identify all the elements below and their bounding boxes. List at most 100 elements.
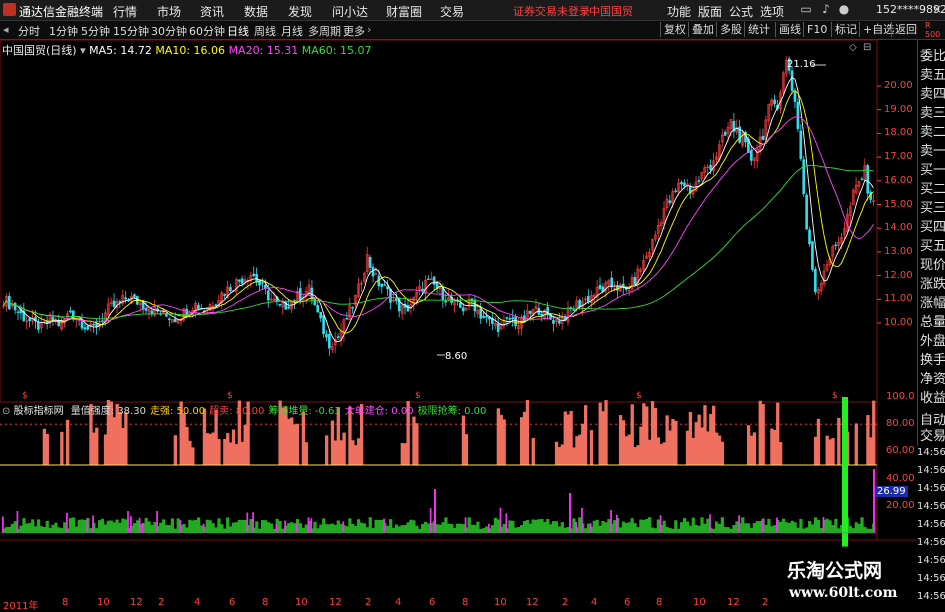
sidebar-item[interactable]: 卖三 (920, 102, 945, 121)
strength-bar (825, 435, 829, 465)
menu-discover[interactable]: 发现 (288, 3, 312, 20)
user-icon[interactable]: ● (836, 2, 852, 17)
volume-bar (668, 527, 672, 533)
auto-trade-label[interactable]: 自动交易 (920, 413, 945, 445)
menu-function[interactable]: 功能 (667, 3, 691, 20)
sidebar-item[interactable]: 涨跌 (920, 273, 945, 292)
candle-body (118, 301, 122, 303)
adjust-button[interactable]: 复权 (660, 22, 689, 37)
volume-bar (34, 526, 38, 533)
sidebar-item[interactable]: 涨幅 (920, 292, 945, 311)
period-30min[interactable]: 30分钟 (151, 23, 187, 39)
menu-news[interactable]: 资讯 (200, 3, 224, 20)
volume-bar (551, 521, 556, 533)
period-1min[interactable]: 1分钟 (49, 23, 78, 39)
volume-bar (336, 520, 340, 533)
chevron-right-icon[interactable]: › (367, 23, 371, 36)
sidebar-item[interactable]: 买三 (920, 197, 945, 216)
strength-bar (357, 438, 361, 465)
menu-data[interactable]: 数据 (244, 3, 268, 20)
sidebar-item[interactable]: 买一 (920, 159, 945, 178)
sidebar-item[interactable]: 外盘 (920, 330, 945, 349)
sidebar-item[interactable]: 现价 (920, 254, 945, 273)
sidebar-item[interactable]: 买四 (920, 216, 945, 235)
draw-button[interactable]: 画线 (775, 22, 804, 37)
menu-quotes[interactable]: 行情 (113, 3, 137, 20)
period-daily[interactable]: 日线 (227, 23, 249, 39)
close-icon[interactable]: × (929, 2, 945, 17)
period-5min[interactable]: 5分钟 (81, 23, 110, 39)
menu-wealth[interactable]: 财富圈 (386, 3, 422, 20)
restore-icon[interactable]: ▭ (798, 2, 814, 17)
volume-bar (682, 518, 687, 533)
sidebar-item[interactable]: 卖二 (920, 121, 945, 140)
menu-trade[interactable]: 交易 (440, 3, 464, 20)
volume-bar (42, 526, 46, 533)
overlay-button[interactable]: 叠加 (688, 22, 717, 37)
volume-bar (196, 517, 201, 533)
back-button[interactable]: 返回 (891, 22, 920, 37)
period-monthly[interactable]: 月线 (281, 23, 303, 39)
bell-icon[interactable]: ♪ (818, 2, 834, 17)
volume-bar (732, 525, 736, 533)
low-price-label: 8.60 (445, 351, 468, 362)
login-warning[interactable]: 证券交易未登录 (513, 3, 590, 19)
mark-button[interactable]: 标记 (831, 22, 860, 37)
candle-body (793, 91, 797, 102)
strength-bar (301, 411, 306, 465)
strength-bar (831, 438, 835, 465)
menu-ask[interactable]: 问小达 (332, 3, 368, 20)
volume-bar (109, 520, 113, 533)
sidebar-item[interactable]: 买二 (920, 178, 945, 197)
period-weekly[interactable]: 周线 (254, 23, 276, 39)
menu-options[interactable]: 选项 (760, 3, 784, 20)
dividend-marker: $ (636, 391, 642, 401)
volume-bar (214, 527, 218, 533)
sidebar-item[interactable]: 净资 (920, 368, 945, 387)
sidebar-item[interactable]: 卖一 (920, 140, 945, 159)
volume-bar (426, 523, 431, 533)
price-chart[interactable]: $ $ $ $ $ (0, 40, 917, 580)
period-multi[interactable]: 多周期 (308, 23, 341, 39)
volume-bar (854, 522, 858, 533)
period-intraday[interactable]: 分时 (18, 23, 40, 39)
stats-button[interactable]: 统计 (744, 22, 773, 37)
volume-bar (546, 518, 550, 533)
multi-stock-button[interactable]: 多股 (716, 22, 745, 37)
trade-time: 14:56 (917, 483, 945, 494)
candle-body (610, 277, 613, 288)
period-60min[interactable]: 60分钟 (189, 23, 225, 39)
f10-button[interactable]: F10 (803, 22, 830, 37)
period-more[interactable]: 更多 (343, 23, 365, 39)
volume-bar (755, 521, 759, 533)
strength-bar (656, 437, 661, 465)
volume-bar (150, 524, 154, 533)
sidebar-item[interactable]: 卖五 (920, 64, 945, 83)
sidebar-item[interactable]: 总量 (920, 311, 945, 330)
trade-time: 14:56 (917, 501, 945, 512)
menu-market[interactable]: 市场 (157, 3, 181, 20)
sidebar-item[interactable]: 换手 (920, 349, 945, 368)
candle-body (223, 293, 226, 296)
volume-bar (249, 518, 253, 533)
volume-bar (746, 523, 751, 533)
volume-bar (784, 522, 788, 533)
strength-bar (234, 444, 239, 465)
sidebar-item[interactable]: 收益 (920, 387, 945, 406)
indicator-chevron-icon[interactable]: ⊙ (2, 406, 10, 417)
indicator-tick: 80.00 (886, 418, 915, 430)
menu-layout[interactable]: 版面 (698, 3, 722, 20)
prev-arrow-icon[interactable]: ◂ (3, 23, 9, 36)
sidebar-item[interactable]: 买五 (920, 235, 945, 254)
volume-bar (237, 519, 241, 533)
period-15min[interactable]: 15分钟 (113, 23, 149, 39)
volume-bar (243, 519, 247, 533)
sidebar-item[interactable]: 委比 (920, 45, 945, 64)
volume-bar (325, 524, 329, 533)
strength-bar (813, 436, 818, 465)
candle-body (133, 294, 136, 298)
auto-trade-panel[interactable]: 自动交易 (917, 412, 945, 446)
menu-formula[interactable]: 公式 (729, 3, 753, 20)
strength-bar (639, 426, 643, 465)
sidebar-item[interactable]: 卖四 (920, 83, 945, 102)
